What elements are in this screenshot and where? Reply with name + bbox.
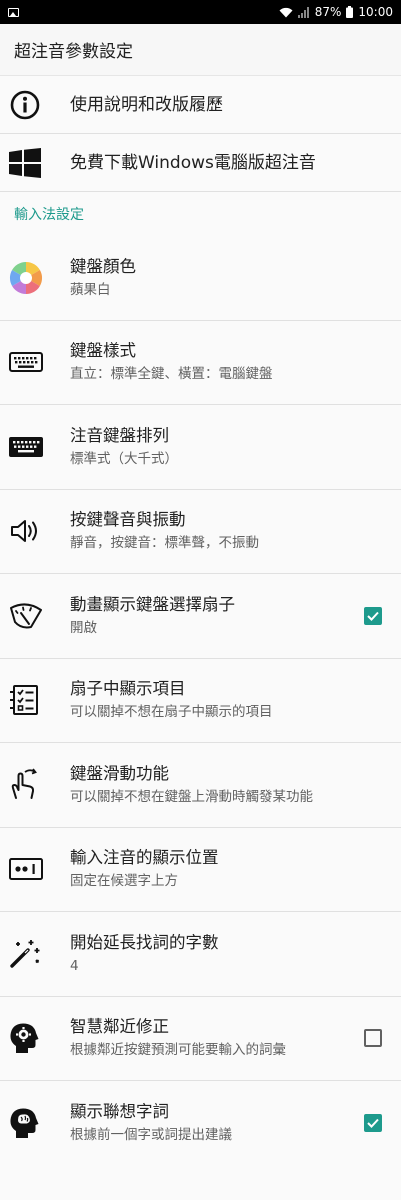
pref-keyboard-style[interactable]: 鍵盤樣式 直立：標準全鍵、橫置：電腦鍵盤 xyxy=(0,320,401,405)
pref-summary: 4 xyxy=(70,957,79,974)
pref-title: 鍵盤顏色 xyxy=(70,256,136,276)
pref-title: 智慧鄰近修正 xyxy=(70,1017,169,1037)
pref-show-suggestions[interactable]: 顯示聯想字詞 根據前一個字或詞提出建議 xyxy=(0,1081,401,1166)
signal-icon xyxy=(297,6,309,18)
pref-summary: 靜音，按鍵音：標準聲，不振動 xyxy=(70,535,259,552)
pref-zhuyin-layout[interactable]: 注音鍵盤排列 標準式（大千式） xyxy=(0,405,401,490)
speaker-icon xyxy=(0,517,70,545)
show-suggestions-checkbox[interactable] xyxy=(364,1114,382,1133)
keyboard-filled-icon xyxy=(0,436,70,457)
wifi-icon xyxy=(279,7,293,17)
pref-summary: 標準式（大千式） xyxy=(70,450,178,467)
section-header-label: 輸入法設定 xyxy=(14,207,84,223)
pref-fan-animation[interactable]: 動畫顯示鍵盤選擇扇子 開啟 xyxy=(0,574,401,659)
pref-summary: 可以關掉不想在鍵盤上滑動時觸發某功能 xyxy=(70,788,313,805)
pref-swipe-function[interactable]: 鍵盤滑動功能 可以關掉不想在鍵盤上滑動時觸發某功能 xyxy=(0,743,401,828)
pref-title: 按鍵聲音與振動 xyxy=(70,510,186,530)
pref-title: 鍵盤樣式 xyxy=(70,341,136,361)
checkmark-icon xyxy=(367,1119,379,1129)
pref-summary: 開啟 xyxy=(70,619,97,636)
pref-summary: 固定在候選字上方 xyxy=(70,873,178,890)
pref-title: 開始延長找詞的字數 xyxy=(70,932,219,952)
download-windows-label: 免費下載Windows電腦版超注音 xyxy=(70,152,316,173)
pref-summary: 根據前一個字或詞提出建議 xyxy=(70,1127,232,1144)
gallery-notification-icon xyxy=(8,7,19,17)
swipe-gesture-icon xyxy=(0,768,70,802)
pref-smart-proximity-correction[interactable]: 智慧鄰近修正 根據鄰近按鍵預測可能要輸入的詞彙 xyxy=(0,996,401,1081)
pref-extend-word-count[interactable]: 開始延長找詞的字數 4 xyxy=(0,912,401,997)
section-header-input-settings: 輸入法設定 xyxy=(0,192,401,236)
pref-title: 注音鍵盤排列 xyxy=(70,425,169,445)
pref-key-sound-vibration[interactable]: 按鍵聲音與振動 靜音，按鍵音：標準聲，不振動 xyxy=(0,489,401,574)
fan-gauge-icon xyxy=(0,602,70,630)
help-and-changelog-item[interactable]: 使用說明和改版履歷 xyxy=(0,76,401,134)
keyboard-icon xyxy=(0,352,70,373)
head-brain-icon xyxy=(0,1107,70,1139)
info-icon xyxy=(0,89,70,121)
status-bar: 87% 10:00 xyxy=(0,0,401,24)
pref-title: 輸入注音的顯示位置 xyxy=(70,848,219,868)
checkmark-icon xyxy=(367,611,379,621)
fan-animation-checkbox[interactable] xyxy=(364,606,382,625)
magic-wand-icon xyxy=(0,938,70,970)
pref-summary: 蘋果白 xyxy=(70,281,111,298)
download-windows-item[interactable]: 免費下載Windows電腦版超注音 xyxy=(0,134,401,192)
battery-percent: 87% xyxy=(314,5,342,19)
windows-icon xyxy=(0,147,70,178)
pref-keyboard-color[interactable]: 鍵盤顏色 蘋果白 xyxy=(0,236,401,321)
pref-summary: 可以關掉不想在扇子中顯示的項目 xyxy=(70,704,273,721)
display-position-icon xyxy=(0,858,70,881)
status-time: 10:00 xyxy=(358,5,393,19)
smart-correction-checkbox[interactable] xyxy=(364,1029,382,1048)
help-and-changelog-label: 使用說明和改版履歷 xyxy=(70,94,223,115)
battery-icon xyxy=(346,6,354,18)
color-wheel-icon xyxy=(0,261,70,295)
pref-fan-items[interactable]: 扇子中顯示項目 可以關掉不想在扇子中顯示的項目 xyxy=(0,658,401,743)
pref-summary: 直立：標準全鍵、橫置：電腦鍵盤 xyxy=(70,366,273,383)
pref-title: 顯示聯想字詞 xyxy=(70,1102,169,1122)
pref-title: 鍵盤滑動功能 xyxy=(70,763,169,783)
pref-summary: 根據鄰近按鍵預測可能要輸入的詞彙 xyxy=(70,1042,286,1059)
app-bar: 超注音參數設定 xyxy=(0,24,401,76)
head-gear-icon xyxy=(0,1022,70,1054)
checklist-icon xyxy=(0,684,70,716)
pref-title: 動畫顯示鍵盤選擇扇子 xyxy=(70,594,235,614)
pref-zhuyin-display-position[interactable]: 輸入注音的顯示位置 固定在候選字上方 xyxy=(0,827,401,912)
page-title: 超注音參數設定 xyxy=(14,42,133,62)
pref-title: 扇子中顯示項目 xyxy=(70,679,186,699)
